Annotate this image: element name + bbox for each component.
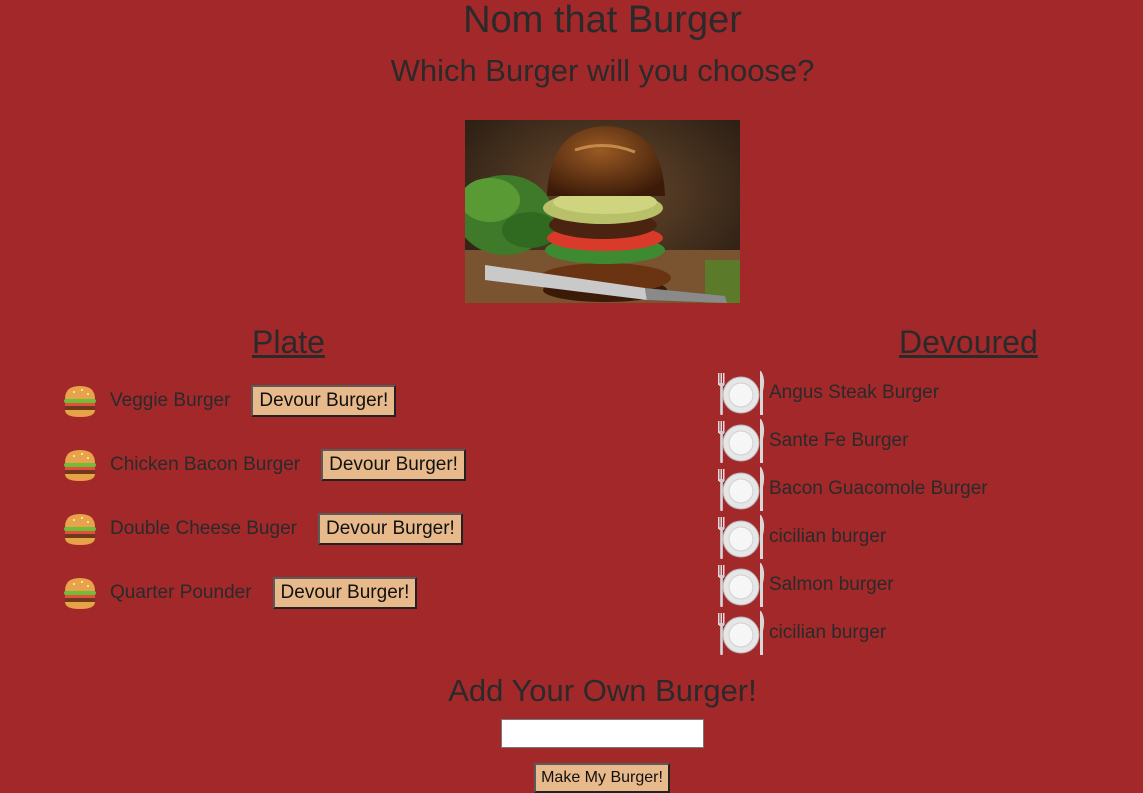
devoured-item-name: cicilian burger (769, 526, 887, 547)
burger-icon (62, 447, 98, 483)
devoured-item-name: Sante Fe Burger (769, 430, 909, 451)
devoured-item: Angus Steak Burger (716, 369, 988, 417)
page-title: Nom that Burger (463, 0, 742, 41)
make-burger-button[interactable]: Make My Burger! (534, 763, 670, 793)
plate-item-name: Double Cheese Buger (110, 518, 297, 539)
plate-item: Veggie Burger Devour Burger! (62, 384, 466, 418)
burger-icon (62, 575, 98, 611)
burger-name-input[interactable] (501, 719, 704, 748)
plate-list: Veggie Burger Devour Burger! Chicken Bac… (62, 384, 466, 640)
devoured-item: cicilian burger (716, 513, 988, 561)
devour-button[interactable]: Devour Burger! (321, 449, 466, 481)
plate-item-name: Quarter Pounder (110, 582, 252, 603)
devour-button[interactable]: Devour Burger! (317, 513, 463, 545)
fork-knife-plate-icon (716, 609, 766, 657)
plate-item: Quarter Pounder Devour Burger! (62, 576, 466, 610)
fork-knife-plate-icon (716, 513, 766, 561)
burger-photo (465, 120, 740, 303)
devour-button[interactable]: Devour Burger! (272, 577, 418, 609)
devoured-item: Salmon burger (716, 561, 988, 609)
devour-button[interactable]: Devour Burger! (251, 385, 397, 417)
plate-heading: Plate (252, 324, 325, 360)
devoured-item: Sante Fe Burger (716, 417, 988, 465)
devoured-item-name: cicilian burger (769, 622, 887, 643)
devoured-heading: Devoured (899, 324, 1038, 360)
burger-icon (62, 511, 98, 547)
plate-item: Chicken Bacon Burger Devour Burger! (62, 448, 466, 482)
fork-knife-plate-icon (716, 561, 766, 609)
devoured-item-name: Angus Steak Burger (769, 382, 940, 403)
devoured-list: Angus Steak Burger Sante Fe Burger Bacon… (716, 369, 988, 657)
page-subtitle: Which Burger will you choose? (390, 53, 815, 88)
fork-knife-plate-icon (716, 417, 766, 465)
devoured-item: cicilian burger (716, 609, 988, 657)
devoured-item: Bacon Guacomole Burger (716, 465, 988, 513)
fork-knife-plate-icon (716, 369, 766, 417)
devoured-item-name: Bacon Guacomole Burger (769, 478, 988, 499)
plate-item-name: Veggie Burger (110, 390, 231, 411)
plate-item: Double Cheese Buger Devour Burger! (62, 512, 466, 546)
devoured-item-name: Salmon burger (769, 574, 894, 595)
plate-item-name: Chicken Bacon Burger (110, 454, 301, 475)
fork-knife-plate-icon (716, 465, 766, 513)
add-burger-heading: Add Your Own Burger! (448, 673, 757, 708)
burger-icon (62, 383, 98, 419)
